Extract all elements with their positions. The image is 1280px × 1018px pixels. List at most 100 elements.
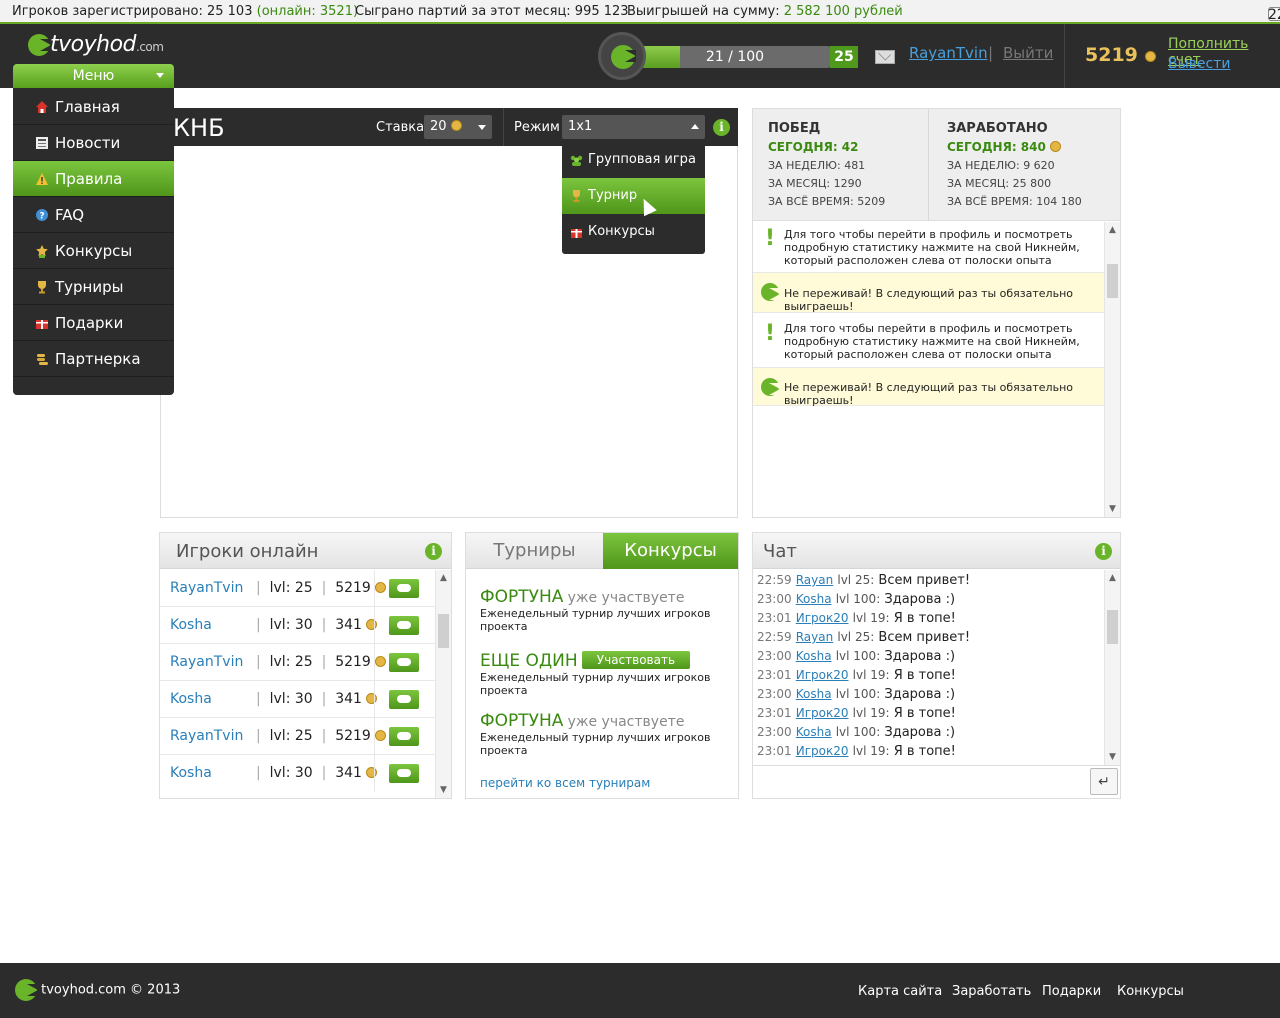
trophy-icon — [38, 281, 46, 294]
chat-message: 23:00 Kosha lvl 100: Здарова :) — [757, 592, 956, 607]
notification-item: Не переживай! В следующий раз ты обязате… — [753, 368, 1104, 407]
tournament-name[interactable]: ФОРТУНА — [480, 711, 563, 731]
tab-tournaments[interactable]: Турниры — [466, 533, 603, 569]
all-tournaments-link[interactable]: перейти ко всем турнирам — [480, 776, 650, 790]
menu-item-faq[interactable]: ? FAQ — [13, 197, 174, 233]
footer-link-sitemap[interactable]: Карта сайта — [858, 984, 942, 999]
player-name[interactable]: RayanTvin — [170, 644, 243, 681]
tournament-item: ФОРТУНА уже участвуете Еженедельный турн… — [480, 711, 730, 757]
site-logo[interactable]: tvoyhod.com — [28, 32, 164, 57]
notification-item: Не переживай! В следующий раз ты обязате… — [753, 273, 1104, 313]
scroll-down-icon: ▼ — [1109, 504, 1116, 514]
chat-user-link[interactable]: Rayan — [796, 573, 834, 587]
tournament-name[interactable]: ФОРТУНА — [480, 587, 563, 607]
menu-item-gifts[interactable]: Подарки — [13, 305, 174, 341]
wins-week: ЗА НЕДЕЛЮ: 481 — [768, 159, 866, 172]
chevron-down-icon — [478, 125, 486, 130]
invite-game-button[interactable] — [389, 727, 419, 746]
chat-input[interactable] — [753, 765, 1120, 798]
chat-user-link[interactable]: Kosha — [796, 687, 832, 701]
player-row: RayanTvin | lvl: 25 | 5219 — [160, 644, 436, 681]
avatar[interactable] — [598, 32, 646, 80]
menu-item-tournaments[interactable]: Турниры — [13, 269, 174, 305]
player-name[interactable]: Kosha — [170, 755, 212, 792]
panel-header: Чат i — [753, 533, 1120, 569]
info-icon[interactable]: i — [425, 543, 442, 560]
notifications-scrollbar[interactable]: ▲ ▼ — [1104, 222, 1120, 517]
menu-item-news[interactable]: Новости — [13, 125, 174, 161]
mode-option-group[interactable]: Групповая игра — [562, 142, 705, 178]
footer-link-contests[interactable]: Конкурсы — [1117, 984, 1184, 999]
scroll-thumb[interactable] — [1107, 610, 1118, 644]
tournament-description: Еженедельный турнир лучших игроков проек… — [480, 731, 711, 757]
player-name[interactable]: Kosha — [170, 607, 212, 644]
games-played: Сыграно партий за этот месяц: 995 123 — [355, 4, 629, 19]
player-name[interactable]: RayanTvin — [170, 570, 243, 607]
group-icon — [570, 155, 583, 166]
chat-user-link[interactable]: Kosha — [796, 725, 832, 739]
footer-link-earn[interactable]: Заработать — [952, 984, 1031, 999]
chat-message: 23:01 Игрок20 lvl 19: Я в топе! — [757, 668, 956, 683]
separator: | — [988, 44, 994, 62]
online-count: (онлайн: 3521) — [256, 4, 359, 19]
invite-game-button[interactable] — [389, 579, 419, 598]
menu-item-home[interactable]: Главная — [13, 89, 174, 125]
scroll-thumb[interactable] — [438, 614, 449, 648]
logout-link[interactable]: Выйти — [1003, 44, 1053, 62]
invite-game-button[interactable] — [389, 616, 419, 635]
menu-item-rules[interactable]: Правила — [13, 161, 174, 197]
earned-month: ЗА МЕСЯЦ: 25 800 — [947, 177, 1052, 190]
invite-game-button[interactable] — [389, 690, 419, 709]
stake-select[interactable]: 20 — [424, 115, 492, 139]
chat-scrollbar[interactable]: ▲ ▼ — [1104, 570, 1120, 765]
chat-message: 23:00 Kosha lvl 100: Здарова :) — [757, 725, 956, 740]
chat-user-link[interactable]: Игрок20 — [796, 744, 849, 758]
chat-user-link[interactable]: Kosha — [796, 592, 832, 606]
coin-icon — [375, 656, 387, 667]
send-button[interactable]: ↵ — [1090, 768, 1118, 795]
players-scrollbar[interactable]: ▲ ▼ — [435, 570, 451, 798]
chat-message: 23:01 Игрок20 lvl 19: Я в топе! — [757, 706, 956, 721]
invite-game-button[interactable] — [389, 653, 419, 672]
player-row: Kosha | lvl: 30 | 341 — [160, 607, 436, 644]
invite-game-button[interactable] — [389, 764, 419, 783]
side-menu: Меню Главная Новости Правила ? FAQ Конку… — [13, 64, 174, 395]
newspaper-icon — [36, 137, 48, 149]
menu-item-contests[interactable]: Конкурсы — [13, 233, 174, 269]
scroll-thumb[interactable] — [1107, 264, 1118, 298]
tournament-name[interactable]: ЕЩЕ ОДИН — [480, 651, 578, 671]
mail-icon[interactable] — [875, 50, 895, 64]
participate-button[interactable]: Участвовать — [581, 651, 691, 669]
wins-title: ПОБЕД — [768, 121, 821, 136]
footer-link-gifts[interactable]: Подарки — [1042, 984, 1101, 999]
chat-user-link[interactable]: Игрок20 — [796, 611, 849, 625]
chat-panel: Чат i 22:59 Rayan lvl 25: Всем привет! 2… — [752, 532, 1121, 799]
menu-header[interactable]: Меню — [13, 64, 174, 88]
exclamation-icon: ! — [765, 226, 776, 251]
info-icon[interactable]: i — [1095, 543, 1112, 560]
mode-option-contests[interactable]: Конкурсы — [562, 214, 705, 250]
panel-title: Игроки онлайн — [176, 541, 319, 562]
player-name[interactable]: RayanTvin — [170, 718, 243, 755]
player-name[interactable]: Kosha — [170, 681, 212, 718]
panel-title: Чат — [763, 541, 797, 562]
coins-icon — [37, 354, 48, 365]
mode-select[interactable]: 1x1 — [562, 115, 705, 139]
scroll-down-icon: ▼ — [1109, 752, 1116, 762]
earned-title: ЗАРАБОТАНО — [947, 121, 1048, 136]
chat-user-link[interactable]: Kosha — [796, 649, 832, 663]
players-online-panel: Игроки онлайн i RayanTvin | lvl: 25 | 521… — [159, 532, 452, 799]
menu-item-partner[interactable]: Партнерка — [13, 341, 174, 377]
scroll-up-icon: ▲ — [440, 573, 447, 583]
balance-box: 5219 Пополнить счет Вывести — [1064, 24, 1280, 88]
panel-header: Турниры Конкурсы — [466, 533, 738, 569]
withdraw-link[interactable]: Вывести — [1168, 56, 1230, 72]
chat-user-link[interactable]: Rayan — [796, 630, 834, 644]
tab-contests[interactable]: Конкурсы — [603, 533, 738, 569]
mode-option-tournament[interactable]: Турнир — [562, 178, 705, 214]
chat-user-link[interactable]: Игрок20 — [796, 668, 849, 682]
coin-icon — [450, 120, 462, 131]
username-link[interactable]: RayanTvin — [909, 44, 988, 62]
chat-user-link[interactable]: Игрок20 — [796, 706, 849, 720]
info-icon[interactable]: i — [713, 119, 730, 136]
